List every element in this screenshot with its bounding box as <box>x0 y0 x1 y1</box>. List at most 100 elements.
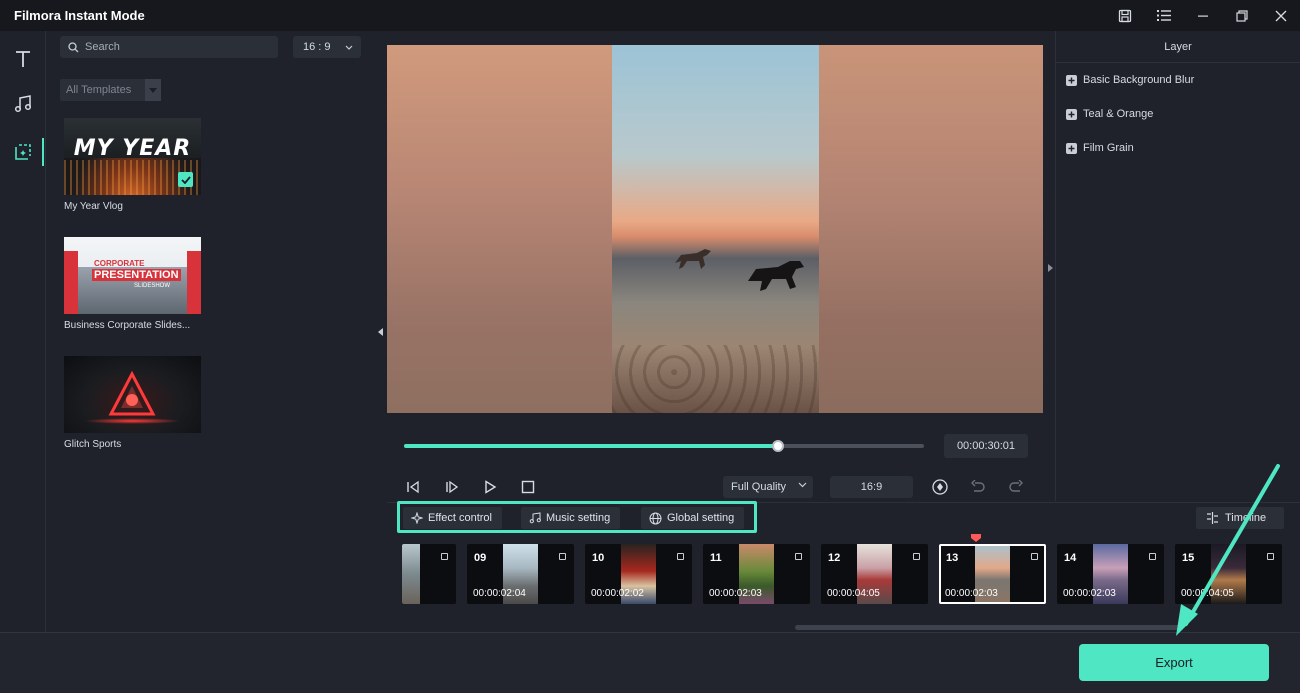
template-card-business-corporate[interactable]: CORPORATE PRESENTATION SLIDESHOW Busines… <box>64 237 203 331</box>
template-label: My Year Vlog <box>64 201 123 212</box>
clip-number: 14 <box>1064 552 1077 564</box>
clip-item-selected[interactable]: 13 00:00:02:03 <box>939 544 1046 604</box>
chevron-down-icon <box>345 45 353 50</box>
dropdown-arrow-icon[interactable] <box>145 79 161 101</box>
clip-close-icon[interactable] <box>795 553 802 560</box>
chevron-down-icon <box>798 482 807 488</box>
clip-close-icon[interactable] <box>677 553 684 560</box>
clip-number: 09 <box>474 552 487 564</box>
clip-thumbnail <box>402 544 420 604</box>
clip-duration: 00:00:02:03 <box>1063 588 1116 599</box>
ratio-dropdown[interactable]: 16 : 9 <box>293 36 361 58</box>
clip-number: 13 <box>946 552 959 564</box>
save-icon[interactable] <box>1105 0 1144 31</box>
clip-duration: 00:00:02:04 <box>473 588 526 599</box>
title-bar: Filmora Instant Mode <box>0 0 1300 31</box>
template-thumb-line2: PRESENTATION <box>92 269 181 281</box>
quality-value: Full Quality <box>731 481 787 493</box>
template-thumbnail: MY YEAR <box>64 118 201 195</box>
play-icon[interactable] <box>478 476 502 498</box>
template-filter-dropdown[interactable]: All Templates <box>60 79 161 101</box>
search-box[interactable] <box>60 36 278 58</box>
clip-item[interactable]: 12 00:00:04:05 <box>821 544 928 604</box>
timecode-display: 00:00:30:01 <box>944 434 1028 458</box>
clip-close-icon[interactable] <box>913 553 920 560</box>
clip-track-scrollbar[interactable] <box>795 625 1180 630</box>
template-card-glitch-sports[interactable]: Glitch Sports <box>64 356 203 450</box>
auto-reframe-icon[interactable] <box>928 476 952 498</box>
clip-close-icon[interactable] <box>1267 553 1274 560</box>
clip-duration: 00:00:04:05 <box>827 588 880 599</box>
template-thumb-line1: CORPORATE <box>94 259 145 268</box>
layer-item-label: Film Grain <box>1083 142 1134 154</box>
clip-number: 10 <box>592 552 605 564</box>
template-label: Glitch Sports <box>64 439 122 450</box>
template-thumb-line3: SLIDESHOW <box>134 283 171 289</box>
next-frame-icon[interactable] <box>440 476 464 498</box>
collapse-left-panel-icon[interactable] <box>376 322 386 342</box>
app-title: Filmora Instant Mode <box>14 8 145 23</box>
layer-item-basic-background-blur[interactable]: Basic Background Blur <box>1066 71 1194 89</box>
template-thumbnail <box>64 356 201 433</box>
clip-item[interactable] <box>402 544 456 604</box>
layer-item-film-grain[interactable]: Film Grain <box>1066 139 1134 157</box>
clip-number: 12 <box>828 552 841 564</box>
plus-icon <box>1066 74 1077 86</box>
clip-duration: 00:00:02:02 <box>591 588 644 599</box>
prev-frame-icon[interactable] <box>401 476 425 498</box>
clip-item[interactable]: 15 00:00:04:05 <box>1175 544 1282 604</box>
plus-icon <box>1066 108 1077 120</box>
playback-progress-slider[interactable] <box>404 440 924 452</box>
minimize-icon[interactable] <box>1183 0 1222 31</box>
clip-duration: 00:00:02:03 <box>945 588 998 599</box>
template-filter-value: All Templates <box>66 84 132 96</box>
menu-list-icon[interactable] <box>1144 0 1183 31</box>
quality-dropdown[interactable]: Full Quality <box>723 476 813 498</box>
text-tool-icon[interactable] <box>0 41 46 77</box>
undo-icon[interactable] <box>966 476 990 498</box>
timeline-button[interactable]: Timeline <box>1196 507 1284 529</box>
template-card-my-year-vlog[interactable]: MY YEAR My Year Vlog <box>64 118 203 212</box>
redo-icon[interactable] <box>1004 476 1028 498</box>
clip-item[interactable]: 09 00:00:02:04 <box>467 544 574 604</box>
music-tool-icon[interactable] <box>0 86 46 122</box>
timeline-label: Timeline <box>1225 512 1267 524</box>
ratio-dropdown-value: 16 : 9 <box>303 41 331 53</box>
preview-area <box>387 31 1043 501</box>
preview-main-video <box>612 45 819 413</box>
search-icon <box>68 41 79 52</box>
clip-item[interactable]: 10 00:00:02:02 <box>585 544 692 604</box>
tabs-highlight-box <box>397 501 757 533</box>
stop-icon[interactable] <box>516 476 540 498</box>
collapse-right-panel-icon[interactable] <box>1045 258 1055 278</box>
aspect-ratio-display[interactable]: 16:9 <box>830 476 913 498</box>
close-icon[interactable] <box>1261 0 1300 31</box>
app-window: Filmora Instant Mode Search 16: 9 All T… <box>0 0 1300 693</box>
clip-number: 11 <box>710 552 722 564</box>
clip-item[interactable]: 11 00:00:02:03 <box>703 544 810 604</box>
layer-panel: Layer Basic Background Blur Teal & Orang… <box>1055 31 1300 501</box>
plus-icon <box>1066 142 1077 154</box>
layer-item-label: Teal & Orange <box>1083 108 1154 120</box>
layer-item-teal-orange[interactable]: Teal & Orange <box>1066 105 1153 123</box>
template-tool-icon[interactable] <box>0 134 46 170</box>
playhead-marker[interactable] <box>971 534 981 542</box>
clip-item[interactable]: 14 00:00:02:03 <box>1057 544 1164 604</box>
preview-blur-left <box>387 45 612 413</box>
export-button[interactable]: Export <box>1079 644 1269 681</box>
video-preview[interactable] <box>387 45 1043 413</box>
clip-number: 15 <box>1182 552 1195 564</box>
preview-blur-right <box>819 45 1043 413</box>
layer-item-label: Basic Background Blur <box>1083 74 1195 86</box>
timeline-icon <box>1207 512 1218 524</box>
window-controls <box>1105 0 1300 31</box>
clip-close-icon[interactable] <box>1031 553 1038 560</box>
template-thumb-title: MY YEAR <box>73 136 192 161</box>
clip-duration: 00:00:04:05 <box>1181 588 1234 599</box>
restore-icon[interactable] <box>1222 0 1261 31</box>
search-input[interactable] <box>85 41 265 53</box>
clip-close-icon[interactable] <box>441 553 448 560</box>
templates-panel: 16 : 9 All Templates MY YEAR My Year Vlo… <box>46 31 374 632</box>
clip-close-icon[interactable] <box>559 553 566 560</box>
clip-close-icon[interactable] <box>1149 553 1156 560</box>
